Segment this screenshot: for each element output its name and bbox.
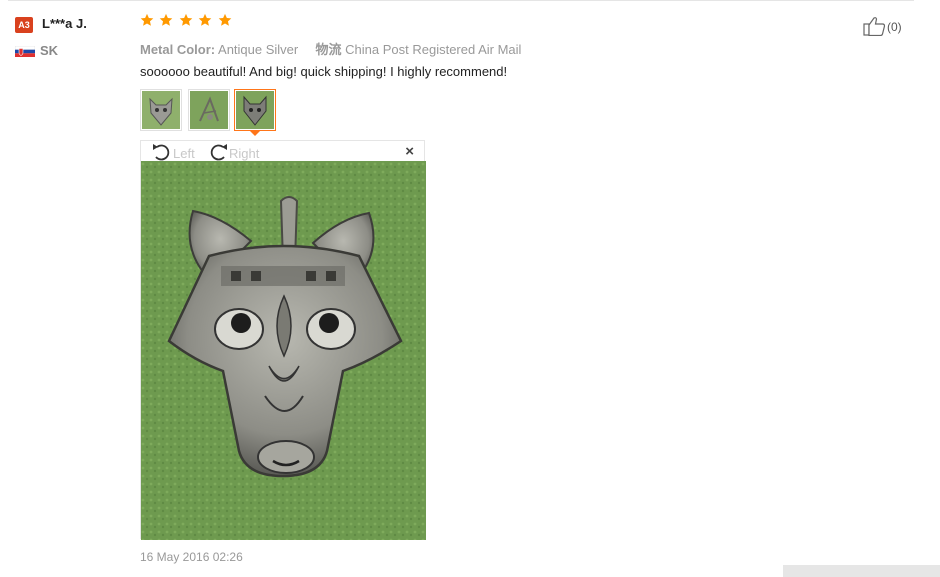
rotate-right-icon	[210, 144, 227, 161]
review-date: 16 May 2016 02:26	[140, 550, 243, 564]
rotate-right-button[interactable]: Right	[207, 142, 259, 162]
thumbs-up-icon	[863, 17, 886, 37]
rotate-right-label: Right	[229, 146, 260, 161]
helpful-count: (0)	[887, 20, 902, 34]
review-photo[interactable]	[141, 161, 426, 540]
viewer-toolbar: Left Right ×	[141, 141, 424, 161]
active-thumb-indicator	[249, 130, 261, 136]
photo-thumbnail[interactable]	[188, 89, 230, 131]
flag-icon	[15, 46, 35, 57]
metal-color-value: Antique Silver	[218, 42, 299, 57]
rotate-left-icon	[153, 144, 170, 161]
user-level-badge: A3	[15, 17, 33, 33]
order-attributes: Metal Color: Antique Silver 物流 China Pos…	[140, 39, 521, 58]
photo-thumbnail[interactable]	[140, 89, 182, 131]
star-icon	[159, 13, 173, 27]
shipping-value: China Post Registered Air Mail	[345, 42, 522, 57]
star-icon	[140, 13, 154, 27]
rating-stars	[140, 13, 233, 31]
divider	[8, 0, 914, 1]
scrollbar-track[interactable]	[783, 565, 940, 577]
rotate-left-button[interactable]: Left	[151, 142, 195, 162]
user-name: L***a J.	[42, 16, 87, 31]
photo-viewer: Left Right ×	[140, 140, 426, 540]
shipping-label: 物流	[315, 42, 342, 57]
review-text: soooooo beautiful! And big! quick shippi…	[140, 64, 508, 79]
helpful-button[interactable]: (0)	[863, 16, 902, 37]
star-icon	[218, 13, 232, 27]
country-code: SK	[40, 43, 59, 58]
star-icon	[179, 13, 193, 27]
rotate-left-label: Left	[173, 146, 195, 161]
close-icon[interactable]: ×	[405, 144, 414, 160]
metal-color-label: Metal Color:	[140, 42, 216, 57]
star-icon	[198, 13, 212, 27]
photo-thumbnail-active[interactable]	[234, 89, 276, 131]
